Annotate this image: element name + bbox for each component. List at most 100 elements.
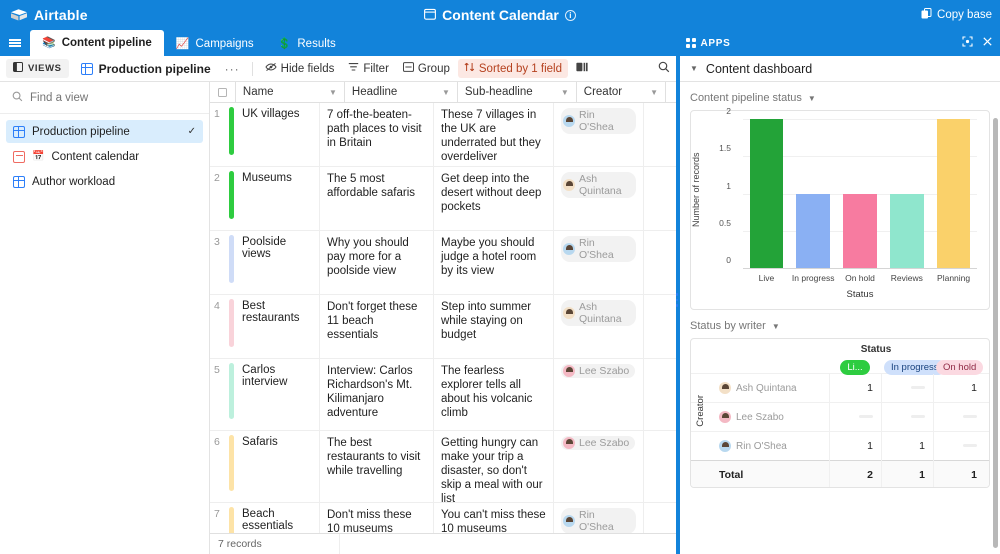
info-icon[interactable]: i: [564, 9, 576, 21]
chevron-down-icon[interactable]: ▼: [808, 94, 816, 103]
pivot-column-header[interactable]: On hold: [933, 359, 985, 375]
chart-bar-group[interactable]: [883, 119, 930, 268]
chart-bars: [743, 119, 977, 268]
search-icon[interactable]: [658, 61, 670, 76]
cell-name[interactable]: Best restaurants: [236, 295, 320, 358]
pivot-row[interactable]: Rin O'Shea 1 1: [691, 431, 989, 461]
select-all-checkbox[interactable]: [210, 82, 236, 102]
table-row[interactable]: 3 Poolside views Why you should pay more f…: [210, 231, 680, 295]
cell-name[interactable]: Safaris: [236, 431, 320, 502]
chart-bar-group[interactable]: [790, 119, 837, 268]
views-button[interactable]: VIEWS: [6, 59, 69, 78]
view-overflow-button[interactable]: ···: [219, 62, 246, 76]
chevron-down-icon[interactable]: ▼: [329, 88, 337, 97]
chevron-down-icon[interactable]: ▼: [561, 88, 569, 97]
cell-creator[interactable]: Lee Szabo: [554, 431, 644, 502]
panel-resize-handle[interactable]: [675, 290, 679, 312]
sort-button[interactable]: Sorted by 1 field: [457, 59, 568, 78]
cell-creator[interactable]: Ash Quintana: [554, 167, 644, 230]
filter-icon: [348, 62, 359, 75]
chart-bar[interactable]: [936, 119, 971, 268]
cell-headline[interactable]: The 5 most affordable safaris: [320, 167, 434, 230]
cell-name[interactable]: Carlos interview: [236, 359, 320, 430]
cell-headline[interactable]: The best restaurants to visit while trav…: [320, 431, 434, 502]
column-header-headline[interactable]: Headline ▼: [344, 82, 458, 102]
close-icon[interactable]: [983, 37, 992, 49]
cell-creator[interactable]: Lee Szabo: [554, 359, 644, 430]
table-row[interactable]: 4 Best restaurants Don't forget these 11 b…: [210, 295, 680, 359]
cell-sub-headline[interactable]: Getting hungry can make your trip a disa…: [434, 431, 554, 505]
group-button[interactable]: Group: [397, 59, 456, 78]
cell-sub-headline[interactable]: These 7 villages in the UK are underrate…: [434, 103, 554, 166]
pivot-column-header[interactable]: Li...: [829, 359, 881, 375]
table-row[interactable]: 1 UK villages 7 off-the-beaten-path places…: [210, 103, 680, 167]
column-header-sub-headline[interactable]: Sub-headline ▼: [457, 82, 577, 102]
expand-icon[interactable]: [962, 36, 973, 50]
cell-creator[interactable]: Ash Quintana: [554, 295, 644, 358]
dashboard-header[interactable]: ▼ Content dashboard: [680, 56, 1000, 82]
table-row[interactable]: 5 Carlos interview Interview: Carlos Richa…: [210, 359, 680, 431]
chart-bar[interactable]: [796, 193, 831, 268]
cell-sub-headline[interactable]: Step into summer while staying on budget: [434, 295, 554, 358]
chevron-down-icon[interactable]: ▼: [442, 88, 450, 97]
menu-icon[interactable]: [0, 30, 30, 56]
view-item-label: Author workload: [32, 175, 116, 188]
copy-base-button[interactable]: Copy base: [921, 0, 992, 30]
cell-headline[interactable]: Why you should pay more for a poolside v…: [320, 231, 434, 294]
chart-app-header[interactable]: Content pipeline status ▼: [690, 92, 990, 104]
pivot-column-header[interactable]: In progress: [881, 359, 946, 375]
row-number: 5: [214, 364, 220, 376]
column-header-creator[interactable]: Creator ▼: [576, 82, 666, 102]
cell-sub-headline[interactable]: Maybe you should judge a hotel room by i…: [434, 231, 554, 294]
avatar: [563, 243, 575, 255]
cell-headline[interactable]: Interview: Carlos Richardson's Mt. Kilim…: [320, 359, 434, 430]
chevron-down-icon[interactable]: ▼: [772, 322, 780, 331]
cell-headline[interactable]: Don't forget these 11 beach essentials: [320, 295, 434, 358]
sidebar-item-author-workload[interactable]: Author workload: [6, 170, 203, 193]
pivot-app-header[interactable]: Status by writer ▼: [690, 320, 990, 332]
tab-content-pipeline[interactable]: 📚 Content pipeline: [30, 30, 164, 56]
cell-name[interactable]: Poolside views: [236, 231, 320, 294]
chart-bar-group[interactable]: [837, 119, 884, 268]
sidebar-item-content-calendar[interactable]: 📅 Content calendar: [6, 145, 203, 168]
view-search-row[interactable]: [0, 82, 209, 114]
pivot-row[interactable]: Ash Quintana 1 1: [691, 373, 989, 403]
tab-results[interactable]: 💲 Results: [266, 32, 348, 56]
column-header-name[interactable]: Name ▼: [235, 82, 345, 102]
hide-fields-button[interactable]: Hide fields: [259, 59, 341, 78]
apps-button[interactable]: APPS: [686, 38, 731, 49]
cell-name[interactable]: UK villages: [236, 103, 320, 166]
cell-headline[interactable]: Don't miss these 10 museums: [320, 503, 434, 533]
tab-campaigns[interactable]: 📈 Campaigns: [164, 32, 266, 56]
chart-bar[interactable]: [749, 119, 784, 268]
chevron-down-icon[interactable]: ▼: [690, 64, 698, 73]
chart-bar[interactable]: [889, 193, 924, 268]
filter-button[interactable]: Filter: [342, 59, 395, 78]
cell-creator[interactable]: Rin O'Shea: [554, 503, 644, 533]
chart-bar-group[interactable]: [930, 119, 977, 268]
brand-logo[interactable]: Airtable: [0, 7, 88, 23]
cell-sub-headline[interactable]: You can't miss these 10 museums: [434, 503, 554, 533]
table-row[interactable]: 6 Safaris The best restaurants to visit wh…: [210, 431, 680, 505]
view-search-input[interactable]: [30, 91, 170, 104]
cell-sub-headline[interactable]: The fearless explorer tells all about hi…: [434, 359, 554, 430]
grid-body[interactable]: 1 UK villages 7 off-the-beaten-path places…: [210, 103, 680, 533]
cell-headline[interactable]: 7 off-the-beaten-path places to visit in…: [320, 103, 434, 166]
row-number: 4: [214, 300, 220, 312]
cell-creator[interactable]: Rin O'Shea: [554, 231, 644, 294]
pivot-row[interactable]: Lee Szabo: [691, 402, 989, 432]
cell-sub-headline[interactable]: Get deep into the desert without deep po…: [434, 167, 554, 230]
cell-name[interactable]: Beach essentials: [236, 503, 320, 533]
table-row[interactable]: 7 Beach essentials Don't miss these 10 mus…: [210, 503, 680, 533]
current-view-button[interactable]: Production pipeline: [75, 59, 217, 79]
sidebar-item-production-pipeline[interactable]: Production pipeline ✓: [6, 120, 203, 143]
row-height-button[interactable]: [570, 59, 594, 78]
chevron-down-icon[interactable]: ▼: [650, 88, 658, 97]
cell-creator[interactable]: Rin O'Shea: [554, 103, 644, 166]
chart-bar-group[interactable]: [743, 119, 790, 268]
chart-bar[interactable]: [843, 193, 877, 268]
table-row[interactable]: 2 Museums The 5 most affordable safaris Get…: [210, 167, 680, 231]
dashboard-scrollbar[interactable]: [993, 118, 998, 548]
cell-name[interactable]: Museums: [236, 167, 320, 230]
base-title[interactable]: Content Calendar i: [424, 7, 576, 23]
